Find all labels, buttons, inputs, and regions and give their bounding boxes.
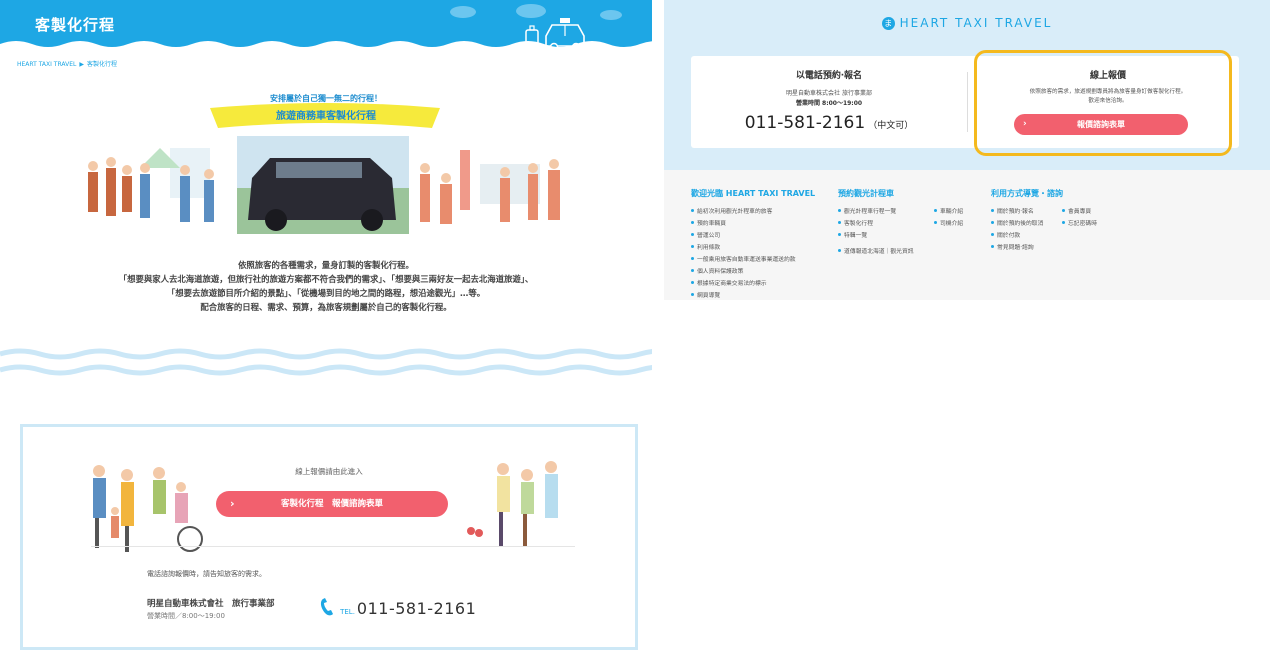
breadcrumb: HEART TAXI TRAVEL ▶ 客製化行程 [17, 59, 120, 68]
footer-link[interactable]: 客製化行程 [838, 218, 873, 227]
left-panel: 客製化行程 HEART TAXI TRAVEL ▶ 客製化行程 安排屬於自己獨一無二… [0, 0, 652, 655]
cloud-decoration [450, 6, 476, 18]
footer-link[interactable]: 利用條款 [691, 242, 720, 251]
tel-label: TEL. [340, 608, 355, 616]
footer-links: 歡迎光臨 HEART TAXI TRAVEL 給初次利用觀光計程車的旅客 預約車… [664, 170, 1270, 300]
page-title: 客製化行程 [35, 16, 116, 34]
phone-number: 011-581-2161 [744, 113, 866, 133]
highlight-outline [974, 50, 1232, 156]
footer-link[interactable]: 特輯一覽 [838, 230, 867, 239]
phone-contact[interactable]: TEL. 011-581-2161 [319, 597, 476, 618]
footer-link[interactable]: 道傳報道北海道｜觀光資訊 [838, 246, 914, 255]
cloud-decoration [600, 10, 622, 20]
header-wave-edge [0, 41, 652, 56]
quote-cta-box: 線上報價請由此進入 › 客製化行程 報價諮詢表單 電話諮詢報價時，請告知旅客的需… [20, 424, 638, 650]
footer-link[interactable]: 會員專頁 [1062, 206, 1091, 215]
phone-number-large[interactable]: 011-581-2161 （中文可） [691, 113, 967, 133]
footer-link[interactable]: 一般乘用旅客自動車運送事業運送約款 [691, 254, 796, 263]
language-note: （中文可） [868, 121, 914, 131]
breadcrumb-current: 客製化行程 [86, 61, 117, 68]
footer-link[interactable]: 忘記密碼時 [1062, 218, 1097, 227]
cta-note: 線上報價請由此進入 [295, 467, 363, 476]
chevron-right-icon: › [230, 497, 235, 510]
phone-hours: 營業時間 8:00～19:00 [795, 100, 863, 107]
footer-link[interactable]: 給初次利用觀光計程車的旅客 [691, 206, 772, 215]
footer-col2-heading: 預約觀光計程車 [838, 189, 894, 198]
heart-taxi-logo-icon: ま [881, 17, 895, 30]
footer-col1-heading: 歡迎光臨 HEART TAXI TRAVEL [691, 189, 816, 198]
phone-heading: 以電話預約‧報名 [795, 71, 863, 81]
page-header: 客製化行程 [0, 0, 652, 56]
company-name: 明星自動車株式會社 旅行事業部 [147, 599, 275, 609]
footer-link[interactable]: 個人資料保護政策 [691, 266, 743, 275]
cta-button-label: 客製化行程 報價諮詢表單 [280, 499, 383, 509]
description-line: 配合旅客的日程、需求、預算，為旅客規劃屬於自己的客製化行程。 [200, 302, 452, 312]
description: 依照旅客的各種需求，量身訂製的客製化行程。 「想要與家人去北海道旅遊，但旅行社的… [0, 258, 652, 314]
right-panel: ま HEART TAXI TRAVEL 以電話預約‧報名 明星自動車株式会社 旅行… [664, 0, 1270, 300]
footer-link[interactable]: 司機介紹 [934, 218, 963, 227]
footer-link[interactable]: 網頁導覽 [691, 290, 720, 299]
site-logo[interactable]: ま HEART TAXI TRAVEL [664, 16, 1270, 30]
footer-link[interactable]: 車輛介紹 [934, 206, 963, 215]
footer-link[interactable]: 觀光計程車行程一覽 [838, 206, 896, 215]
logo-text: HEART TAXI TRAVEL [899, 16, 1053, 30]
phone-icon [320, 598, 333, 616]
business-hours: 營業時間／8:00〜19:00 [147, 612, 225, 620]
travel-illustration [88, 136, 560, 234]
custom-tour-quote-button[interactable]: › 客製化行程 報價諮詢表單 [216, 491, 448, 517]
card-divider [967, 72, 968, 132]
phone-number: 011-581-2161 [356, 599, 477, 618]
contact-section: ま HEART TAXI TRAVEL 以電話預約‧報名 明星自動車株式会社 旅行… [664, 0, 1270, 170]
divider [91, 546, 575, 547]
description-line: 「想要去旅遊節目所介紹的景點」、「從機場到目的地之間的路程，想沿途觀光」…等。 [166, 288, 486, 298]
footer-link[interactable]: 營運公司 [691, 230, 720, 239]
tel-note: 電話諮詢報價時，請告知旅客的需求。 [147, 570, 266, 578]
footer-col3-heading: 利用方式導覽・諮詢 [991, 189, 1063, 198]
breadcrumb-home[interactable]: HEART TAXI TRAVEL [17, 61, 76, 68]
banner-title: 旅遊商務車客製化行程 [276, 111, 376, 122]
description-line: 「想要與家人去北海道旅遊，但旅行社的旅遊方案都不符合我們的需求」、「想要與三兩好… [118, 274, 534, 284]
footer-link[interactable]: 常見問題‧諮詢 [991, 242, 1034, 251]
wave-divider [0, 348, 652, 376]
description-line: 依照旅客的各種需求，量身訂製的客製化行程。 [238, 260, 414, 270]
footer-link[interactable]: 關於預約後的取消 [991, 218, 1043, 227]
phone-company: 明星自動車株式会社 旅行事業部 [786, 90, 872, 97]
footer-link[interactable]: 關於付款 [991, 230, 1020, 239]
footer-link[interactable]: 根據特定商業交易法的標示 [691, 278, 767, 287]
footer-link[interactable]: 關於預約‧報名 [991, 206, 1034, 215]
footer-link[interactable]: 預約車輛頁 [691, 218, 726, 227]
breadcrumb-separator: ▶ [79, 61, 84, 68]
